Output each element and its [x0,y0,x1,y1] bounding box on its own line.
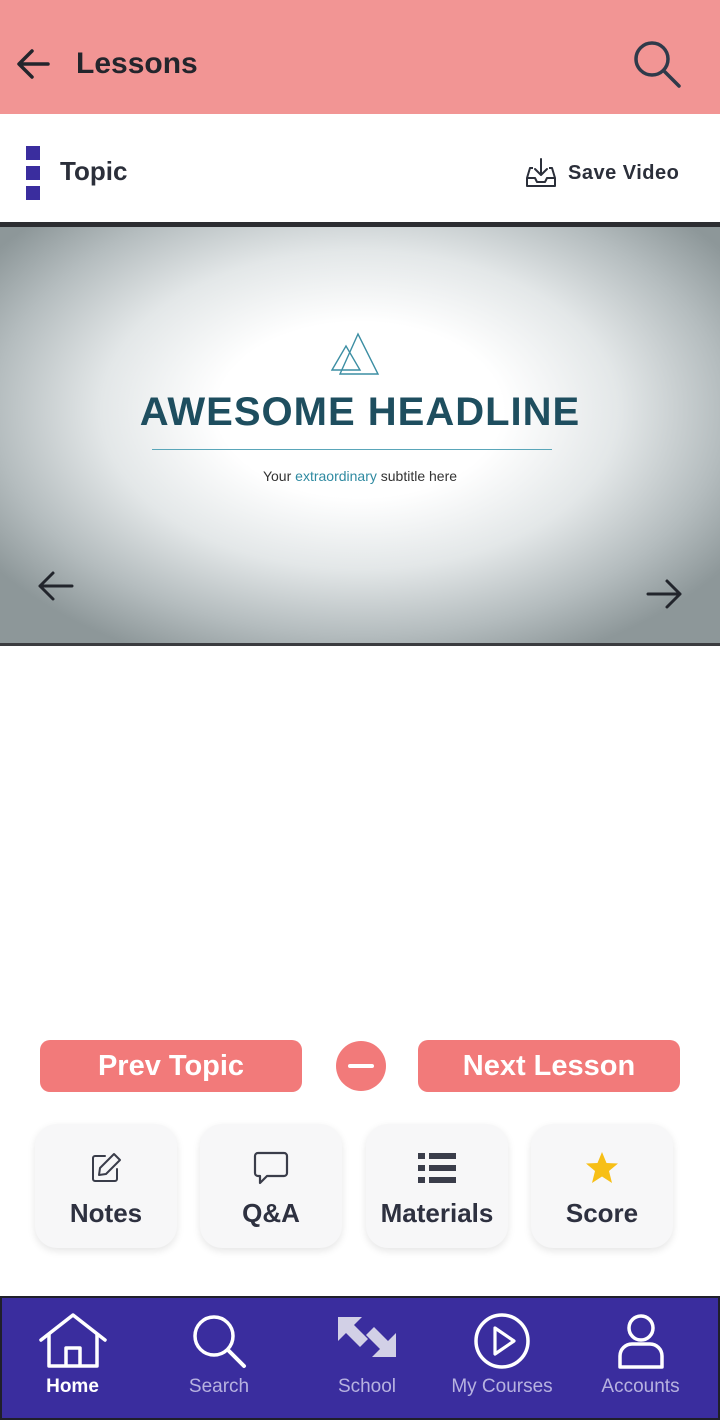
notes-label: Notes [69,1198,143,1228]
page-title: Lessons [76,47,198,80]
back-button[interactable] [14,42,54,86]
user-icon [617,1314,664,1369]
search-icon [634,41,681,88]
materials-button[interactable]: Materials [366,1124,508,1248]
minus-icon [348,1064,374,1068]
save-video-label: Save Video [568,161,680,184]
nav-search[interactable]: Search [145,1296,293,1420]
subtitle-end: subtitle here [376,468,458,484]
nav-home-label: Home [46,1376,99,1397]
nav-my-courses[interactable]: My Courses [441,1296,563,1420]
score-label: Score [565,1198,639,1228]
score-button[interactable]: Score [531,1124,673,1248]
home-icon [38,1313,107,1368]
triangle-logo-icon [330,332,380,375]
arrow-right-icon [646,579,682,609]
chat-bubble-icon [253,1151,289,1185]
collapse-button[interactable] [336,1041,386,1091]
slide-next-button[interactable] [642,574,686,614]
drag-handle-icon[interactable] [26,146,40,200]
nav-accounts-label: Accounts [601,1376,680,1397]
nav-my-courses-label: My Courses [451,1376,553,1397]
nav-school[interactable]: School [293,1296,441,1420]
qa-button[interactable]: Q&A [200,1124,342,1248]
list-icon [418,1153,456,1183]
prev-topic-button[interactable]: Prev Topic [40,1040,302,1092]
slide-prev-button[interactable] [34,566,78,606]
slide-divider [152,449,552,450]
subtitle-start: Your [262,468,296,484]
topic-title: Topic [60,156,128,186]
qa-label: Q&A [242,1198,300,1228]
nav-home[interactable]: Home [0,1296,145,1420]
arrow-left-icon [38,571,74,601]
arrow-left-icon [17,49,50,79]
nav-school-label: School [337,1376,397,1397]
play-circle-icon [474,1313,530,1369]
download-tray-icon [526,158,556,187]
materials-label: Materials [380,1198,494,1228]
subtitle-accent: extraordinary [295,468,377,484]
star-icon [586,1152,618,1183]
slide-subtitle: Your extraordinary subtitle here [0,466,720,486]
next-lesson-button[interactable]: Next Lesson [418,1040,680,1092]
save-video-button[interactable]: Save Video [524,154,679,192]
nav-search-label: Search [188,1376,250,1397]
edit-note-icon [92,1153,121,1182]
school-icon [338,1317,396,1357]
notes-button[interactable]: Notes [35,1124,177,1248]
nav-accounts[interactable]: Accounts [563,1296,718,1420]
slide-headline: AWESOME HEADLINE [139,390,581,434]
search-icon [193,1315,246,1368]
search-button[interactable] [628,36,684,92]
